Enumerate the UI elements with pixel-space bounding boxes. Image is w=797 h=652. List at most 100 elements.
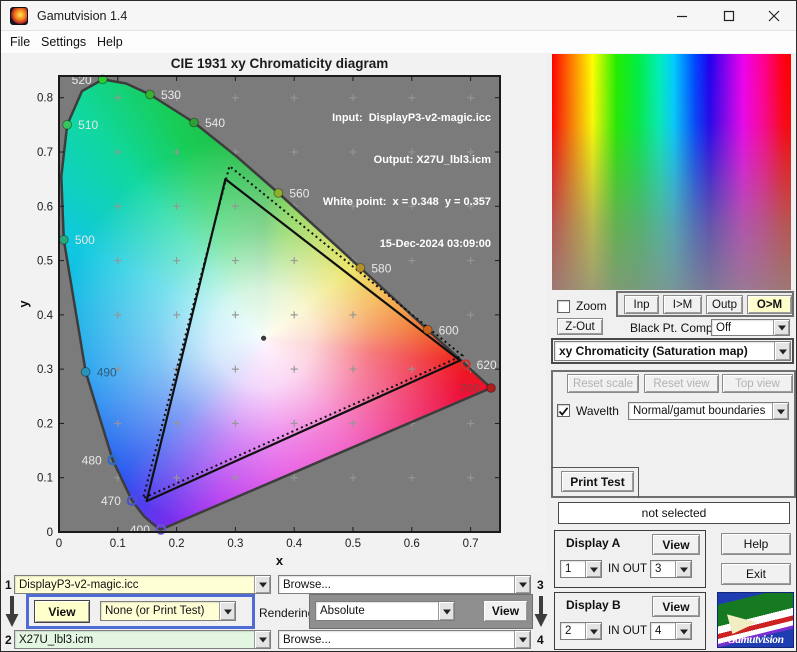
wavelength-dot	[486, 383, 496, 393]
grid-plus	[349, 474, 357, 482]
slot-1-number: 1	[5, 578, 12, 592]
slot-3-number: 3	[537, 578, 544, 592]
wavelength-dot	[422, 324, 433, 335]
outp-button[interactable]: Outp	[706, 295, 743, 314]
wavelength-dot	[80, 366, 91, 377]
grid-plus	[231, 474, 239, 482]
x-tick-label: 0.5	[345, 538, 361, 550]
display-b-title: Display B	[566, 598, 621, 612]
grid-plus	[114, 148, 122, 156]
y-tick-label: 0.3	[37, 364, 53, 376]
input-view-button[interactable]: View	[34, 600, 90, 623]
wavelength-label: 490	[97, 365, 117, 379]
print-test-button[interactable]: Print Test	[561, 471, 634, 492]
boundaries-select[interactable]: Normal/gamut boundaries	[628, 402, 789, 420]
maximize-icon	[723, 10, 734, 22]
x-tick-label: 0.4	[286, 538, 303, 550]
grid-plus	[114, 257, 122, 265]
dropdown-arrow-icon	[773, 320, 789, 335]
workflow-down-arrow-icon	[5, 596, 19, 627]
close-button[interactable]	[751, 1, 796, 31]
grid-plus	[231, 419, 239, 427]
dropdown-arrow-icon	[675, 623, 691, 639]
input-profile-select[interactable]: DisplayP3-v2-magic.icc	[14, 575, 271, 594]
x-tick-label: 0.3	[227, 538, 243, 550]
white-point-marker	[261, 335, 267, 341]
display-b-inout-label: IN OUT	[608, 625, 647, 637]
help-button[interactable]: Help	[721, 533, 791, 555]
logo-text: Gamutvision	[727, 634, 784, 646]
output-browse-select[interactable]: Browse...	[278, 630, 531, 649]
saturation-map-gradient[interactable]	[552, 54, 791, 290]
input-browse-select[interactable]: Browse...	[278, 575, 531, 594]
gamutvision-logo: Gamutvision	[717, 592, 794, 648]
grid-plus	[467, 419, 475, 427]
z-out-button[interactable]: Z-Out	[557, 318, 603, 335]
display-a-title: Display A	[566, 536, 621, 550]
grid-plus	[408, 365, 416, 373]
wavelth-checkbox-label: Wavelth	[576, 404, 619, 418]
annotation-timestamp: 15-Dec-2024 03:09:00	[379, 238, 491, 250]
x-tick-label: 0.6	[404, 538, 420, 550]
rendering-intent-select[interactable]: Absolute	[315, 601, 455, 621]
annotation-input: Input: DisplayP3-v2-magic.icc	[332, 112, 491, 124]
x-axis-label: x	[276, 553, 284, 568]
wavelength-label: 520	[72, 73, 92, 87]
selection-status: not selected	[558, 502, 790, 524]
display-a-in-select[interactable]: 1	[560, 560, 602, 578]
close-icon	[768, 10, 779, 22]
display-b-out-select[interactable]: 4	[650, 622, 692, 640]
grid-plus	[290, 365, 298, 373]
i-to-m-button[interactable]: I>M	[663, 295, 702, 314]
grid-plus	[231, 365, 239, 373]
grid-plus	[114, 202, 122, 210]
black-pt-comp-label: Black Pt. Comp.	[630, 321, 717, 335]
inp-button[interactable]: Inp	[624, 295, 659, 314]
maximize-button[interactable]	[706, 1, 751, 31]
minimize-button[interactable]	[659, 1, 704, 31]
o-to-m-button[interactable]: O>M	[747, 295, 792, 314]
print-test-pattern-select[interactable]: None (or Print Test)	[100, 601, 236, 621]
black-pt-comp-select[interactable]: Off	[711, 319, 790, 336]
x-tick-label: 0.2	[169, 538, 185, 550]
x-tick-label: 0.7	[463, 538, 479, 550]
wavelength-label: 620	[477, 358, 497, 372]
dropdown-arrow-icon	[254, 631, 270, 648]
menu-help[interactable]: Help	[93, 31, 127, 53]
wavelth-checkbox[interactable]	[557, 404, 570, 417]
display-a-out-select[interactable]: 3	[650, 560, 692, 578]
display-b-view-button[interactable]: View	[652, 596, 700, 617]
wavelength-dot	[145, 89, 155, 100]
zoom-checkbox[interactable]	[557, 300, 570, 313]
check-icon	[558, 407, 569, 416]
menu-file[interactable]: File	[6, 31, 34, 53]
grid-plus	[408, 474, 416, 482]
window-title: Gamutvision 1.4	[37, 9, 128, 23]
y-tick-label: 0.1	[37, 473, 53, 485]
display-a-view-button[interactable]: View	[652, 534, 700, 555]
annotation-output: Output: X27U_lbl3.icm	[373, 154, 491, 166]
view-mode-select[interactable]: xy Chromaticity (Saturation map)	[554, 341, 791, 361]
grid-plus	[173, 148, 181, 156]
dropdown-arrow-icon	[774, 342, 790, 360]
grid-plus	[349, 419, 357, 427]
exit-button[interactable]: Exit	[721, 563, 791, 585]
y-tick-label: 0.8	[37, 93, 53, 105]
wavelength-label: 600	[439, 323, 459, 337]
grid-plus	[467, 474, 475, 482]
dropdown-arrow-icon	[438, 602, 454, 620]
output-view-button[interactable]: View	[483, 600, 528, 622]
wavelength-label: 500	[75, 233, 95, 247]
grid-plus	[173, 311, 181, 319]
grid-plus	[290, 474, 298, 482]
y-tick-label: 0.5	[37, 256, 53, 268]
grid-plus	[114, 311, 122, 319]
grid-plus	[173, 202, 181, 210]
output-profile-select[interactable]: X27U_lbl3.icm	[14, 630, 271, 649]
y-tick-label: 0.7	[37, 147, 53, 159]
display-b-in-select[interactable]: 2	[560, 622, 602, 640]
display-a-inout-label: IN OUT	[608, 563, 647, 575]
chromaticity-plot[interactable]: CIE 1931 xy Chromaticity diagram 520 530 5…	[1, 53, 546, 573]
y-tick-label: 0.4	[37, 310, 54, 322]
menu-settings[interactable]: Settings	[37, 31, 90, 53]
